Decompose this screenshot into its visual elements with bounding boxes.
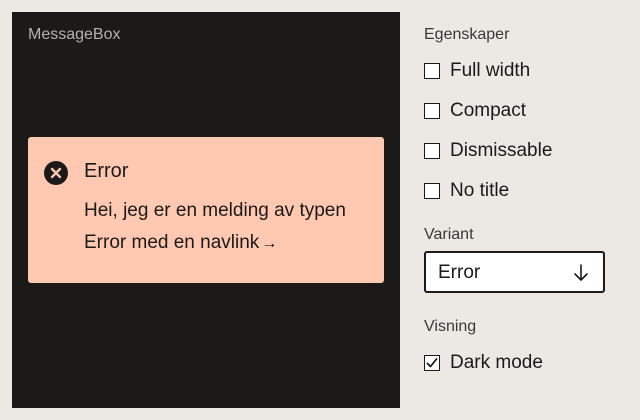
message-navlink-label: navlink xyxy=(200,232,260,253)
dismissable-checkbox[interactable] xyxy=(424,143,440,159)
full-width-checkbox[interactable] xyxy=(424,63,440,79)
dark-mode-label: Dark mode xyxy=(450,352,543,373)
preview-title: MessageBox xyxy=(28,26,121,43)
option-dark-mode[interactable]: Dark mode xyxy=(424,351,543,375)
option-no-title[interactable]: No title xyxy=(424,179,509,203)
option-label: No title xyxy=(450,180,510,201)
message-body: Hei, jeg er en melding av typen Error me… xyxy=(84,195,354,260)
variant-select-value: Error xyxy=(438,262,481,283)
error-x-circle-icon xyxy=(44,161,68,185)
arrow-right-icon: → xyxy=(261,235,278,252)
checkmark-icon xyxy=(426,358,438,368)
option-compact[interactable]: Compact xyxy=(424,99,526,123)
message-navlink[interactable]: navlink → xyxy=(200,232,277,253)
arrow-down-icon xyxy=(573,264,589,287)
option-full-width[interactable]: Full width xyxy=(424,59,530,83)
dark-mode-checkbox[interactable] xyxy=(424,355,440,371)
variant-heading: Variant xyxy=(424,226,474,243)
error-message-box: Error Hei, jeg er en melding av typen Er… xyxy=(28,137,384,283)
message-title: Error xyxy=(84,160,129,182)
option-label: Full width xyxy=(450,60,531,81)
option-dismissable[interactable]: Dismissable xyxy=(424,139,552,163)
option-label: Compact xyxy=(450,100,527,121)
option-label: Dismissable xyxy=(450,140,553,161)
variant-select[interactable]: Error xyxy=(424,251,605,293)
display-heading: Visning xyxy=(424,318,477,335)
compact-checkbox[interactable] xyxy=(424,103,440,119)
preview-area: MessageBox Error Hei, jeg er en melding … xyxy=(12,12,400,408)
properties-heading: Egenskaper xyxy=(424,26,510,43)
no-title-checkbox[interactable] xyxy=(424,183,440,199)
